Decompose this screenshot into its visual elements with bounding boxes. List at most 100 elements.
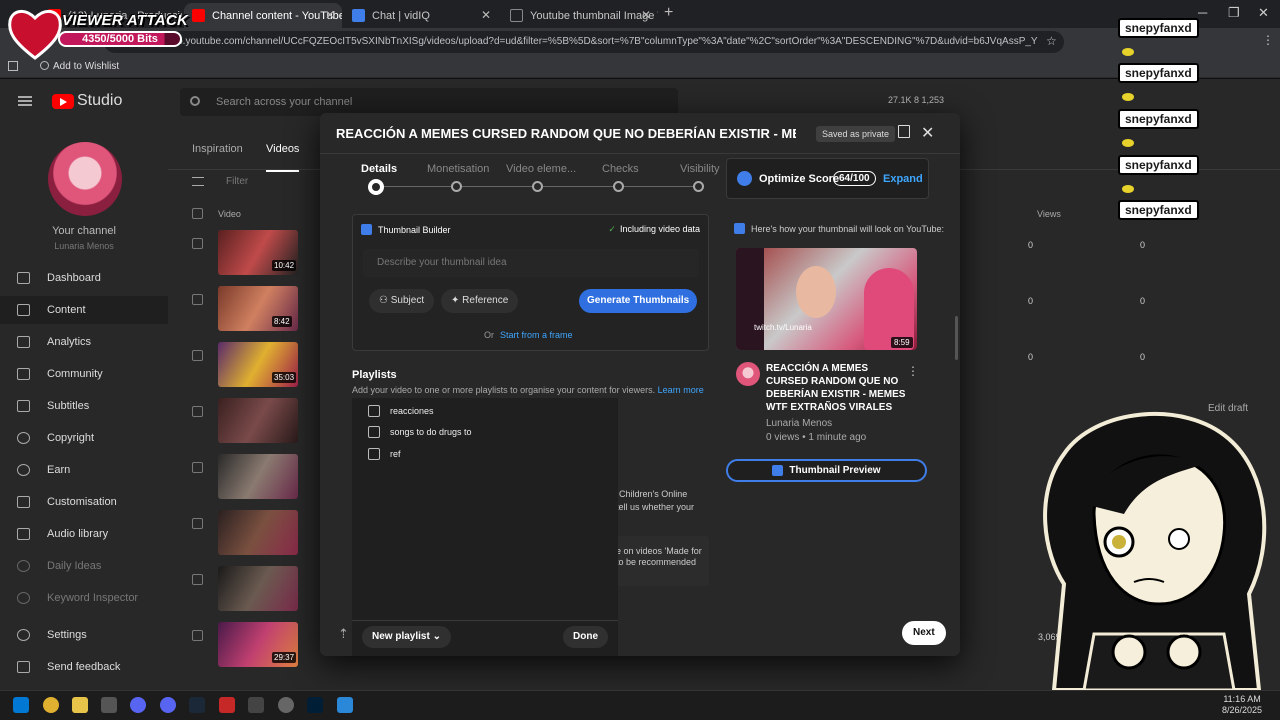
step-video-elements[interactable]: Video eleme... <box>506 163 576 175</box>
feedback-flag-icon[interactable] <box>898 125 910 138</box>
learn-more-link[interactable]: Learn more <box>658 385 704 395</box>
sidebar-item-settings[interactable]: Settings <box>0 621 168 649</box>
bookmark-add-to-wishlist[interactable]: Add to Wishlist <box>53 61 119 72</box>
file-explorer-icon[interactable] <box>72 697 88 713</box>
row-checkbox[interactable] <box>192 462 203 473</box>
filter-input[interactable]: Filter <box>226 176 248 187</box>
next-button[interactable]: Next <box>902 621 946 645</box>
tab-inspiration[interactable]: Inspiration <box>192 143 243 155</box>
done-button[interactable]: Done <box>563 626 608 648</box>
start-from-frame-link[interactable]: Start from a frame <box>500 330 573 340</box>
sidebar-item-dashboard[interactable]: Dashboard <box>0 264 168 292</box>
preview-meta: 0 views • 1 minute ago <box>766 432 867 443</box>
upload-icon[interactable]: ⇡ <box>338 626 349 642</box>
check-icon: ✓ <box>608 224 616 234</box>
row-checkbox[interactable] <box>192 574 203 585</box>
steam-icon[interactable] <box>189 697 205 713</box>
copyright-icon <box>17 432 30 444</box>
video-thumbnail[interactable] <box>218 398 298 443</box>
close-tab-icon[interactable]: ✕ <box>325 8 335 22</box>
video-thumbnail[interactable] <box>218 510 298 555</box>
expand-button[interactable]: Expand <box>883 173 923 185</box>
close-tab-icon[interactable]: ✕ <box>641 8 651 22</box>
video-thumbnail[interactable] <box>218 454 298 499</box>
row-checkbox[interactable] <box>192 518 203 529</box>
row-checkbox[interactable] <box>192 294 203 305</box>
more-options-icon[interactable]: ⋮ <box>907 364 919 378</box>
thumbnail-builder-panel: Thumbnail Builder ✓ Including video data … <box>352 214 709 351</box>
sidebar-item-keyword-inspector[interactable]: Keyword Inspector <box>0 584 168 612</box>
system-clock[interactable]: 11:16 AM 8/26/2025 <box>1222 694 1262 716</box>
youtube-studio-favicon-icon <box>192 9 205 22</box>
row-checkbox[interactable] <box>192 238 203 249</box>
discord-icon[interactable] <box>160 697 176 713</box>
new-playlist-button[interactable]: New playlist ⌄ <box>362 626 451 648</box>
playlist-checkbox[interactable] <box>368 448 380 460</box>
sidebar-item-daily-ideas[interactable]: Daily Ideas <box>0 552 168 580</box>
row-checkbox[interactable] <box>192 406 203 417</box>
content-icon <box>17 304 30 316</box>
channel-search-input[interactable]: Search across your channel <box>180 88 678 116</box>
playlist-checkbox[interactable] <box>368 405 380 417</box>
menu-icon[interactable] <box>18 96 32 106</box>
channel-avatar[interactable] <box>48 142 122 216</box>
close-icon[interactable]: ✕ <box>921 123 934 143</box>
thumbnail-preview-image[interactable]: twitch.tv/Lunaria 8:59 <box>736 248 917 350</box>
browser-tab-bar: (13) Lunaria - Producción de v Channel c… <box>0 0 1280 28</box>
app-icon[interactable] <box>101 697 117 713</box>
sidebar-item-analytics[interactable]: Analytics <box>0 328 168 356</box>
thumbnail-preview-button[interactable]: Thumbnail Preview <box>726 459 927 482</box>
step-checks[interactable]: Checks <box>602 163 639 175</box>
step-details[interactable]: Details <box>361 163 397 175</box>
playlist-option[interactable]: songs to do drugs to <box>368 426 472 438</box>
reference-button[interactable]: ✦ Reference <box>441 289 519 313</box>
photoshop-icon[interactable] <box>307 697 323 713</box>
subject-button[interactable]: ⚇ Subject <box>369 289 435 313</box>
row-checkbox[interactable] <box>192 350 203 361</box>
dialog-scrollbar[interactable] <box>955 316 958 360</box>
sidebar-item-earn[interactable]: Earn <box>0 456 168 484</box>
thumbnail-idea-input[interactable]: Describe your thumbnail idea <box>363 249 699 277</box>
playlist-option[interactable]: ref <box>368 448 401 460</box>
sidebar-item-send-feedback[interactable]: Send feedback <box>0 653 168 681</box>
browser-tab-active[interactable]: Channel content - YouTube Stu ✕ <box>184 3 342 28</box>
sidebar-item-label: Community <box>47 368 103 380</box>
new-tab-icon[interactable]: + <box>664 4 673 22</box>
windows-start-icon[interactable] <box>13 697 29 713</box>
step-dot <box>451 181 462 192</box>
youtube-logo-icon[interactable] <box>52 94 74 109</box>
sidebar-item-copyright[interactable]: Copyright <box>0 424 168 452</box>
app-icon[interactable] <box>219 697 235 713</box>
windows-taskbar: 11:16 AM 8/26/2025 <box>0 690 1280 720</box>
obs-icon[interactable] <box>278 697 294 713</box>
sidebar-item-customisation[interactable]: Customisation <box>0 488 168 516</box>
playlist-checkbox[interactable] <box>368 426 380 438</box>
browser-tab[interactable]: Chat | vidIQ ✕ <box>344 3 498 28</box>
sidebar-item-content[interactable]: Content <box>0 296 168 324</box>
bookmark-star-icon[interactable]: ☆ <box>1046 34 1057 48</box>
step-monetisation[interactable]: Monetisation <box>427 163 489 175</box>
column-header-video[interactable]: Video <box>218 209 241 219</box>
generate-thumbnails-button[interactable]: Generate Thumbnails <box>579 289 698 313</box>
sidebar-item-subtitles[interactable]: Subtitles <box>0 392 168 420</box>
browser-tab[interactable]: Youtube thumbnail Image View ✕ <box>502 3 658 28</box>
chrome-icon[interactable] <box>43 697 59 713</box>
app-icon[interactable] <box>248 697 264 713</box>
close-tab-icon[interactable]: ✕ <box>481 8 491 22</box>
clock-time: 11:16 AM <box>1223 694 1261 704</box>
tab-videos[interactable]: Videos <box>266 143 300 172</box>
filter-icon[interactable] <box>192 177 204 186</box>
row-checkbox[interactable] <box>192 630 203 641</box>
column-header-views[interactable]: Views <box>1037 209 1061 219</box>
video-thumbnail[interactable] <box>218 566 298 611</box>
playlist-option[interactable]: reacciones <box>368 405 434 417</box>
discord-icon[interactable] <box>130 697 146 713</box>
step-visibility[interactable]: Visibility <box>680 163 720 175</box>
apps-icon[interactable] <box>8 61 18 71</box>
sidebar-item-community[interactable]: Community <box>0 360 168 388</box>
sidebar-item-audio-library[interactable]: Audio library <box>0 520 168 548</box>
notepad-icon[interactable] <box>337 697 353 713</box>
url-field[interactable]: studio.youtube.com/channel/UCcFQZEOcIT5v… <box>104 31 1064 53</box>
select-all-checkbox[interactable] <box>192 208 203 219</box>
dashboard-icon <box>17 272 30 284</box>
